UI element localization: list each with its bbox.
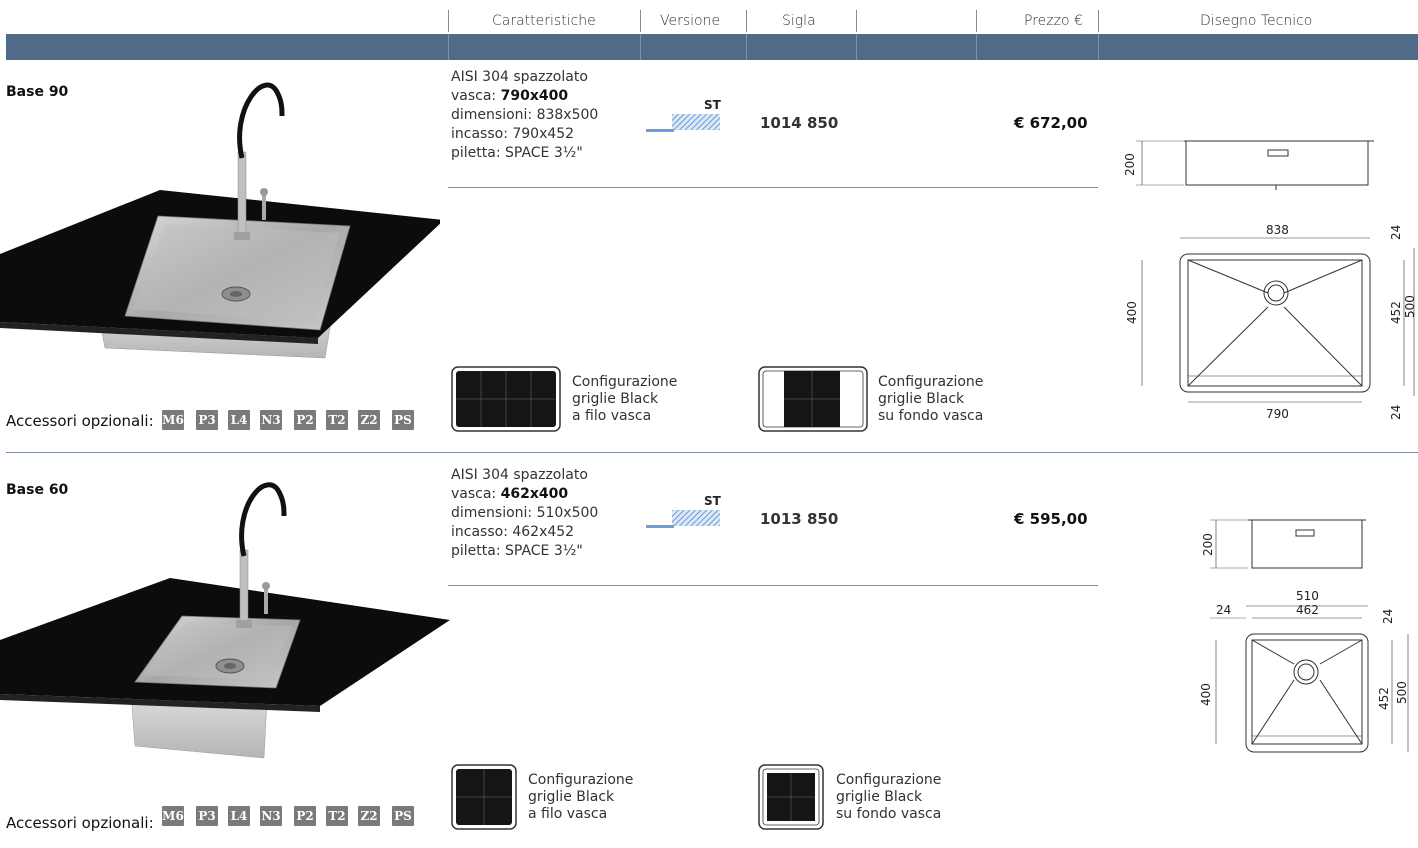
dim-width-total: 510 — [1296, 589, 1319, 603]
config-bottom-label: Configurazione griglie Black su fondo vasc… — [878, 374, 984, 424]
spec-dimensioni: dimensioni: 838x500 — [451, 107, 599, 123]
spec-vasca-value: 790x400 — [500, 88, 569, 104]
header-versione: Versione — [660, 13, 721, 29]
accessory-badge[interactable]: M6 — [162, 806, 184, 826]
spec-vasca: vasca: 462x400 — [451, 486, 569, 502]
accessories-label: Accessori opzionali: — [6, 412, 154, 430]
accessory-badge[interactable]: PS — [392, 410, 414, 430]
spec-incasso: incasso: 462x452 — [451, 524, 575, 540]
header-band — [6, 34, 1418, 60]
technical-drawing-base-60: 200 510 462 24 24 400 452 500 — [1199, 519, 1409, 753]
sink-base-60-image — [0, 482, 450, 759]
dim-width-bowl: 462 — [1296, 603, 1319, 617]
version-label: ST — [704, 98, 721, 112]
dim-depth-cut: 452 — [1389, 301, 1403, 324]
accessory-badge[interactable]: P2 — [294, 806, 316, 826]
dim-edge-top: 24 — [1389, 225, 1403, 240]
header-separator — [856, 10, 857, 32]
accessory-badge[interactable]: L4 — [228, 410, 250, 430]
dim-edge-top: 24 — [1381, 609, 1395, 624]
band-separator — [1098, 34, 1099, 60]
accessory-badge[interactable]: M6 — [162, 410, 184, 430]
row-divider — [448, 187, 1098, 188]
accessory-badge[interactable]: T2 — [326, 806, 348, 826]
section-divider — [6, 452, 1418, 453]
spec-piletta: piletta: SPACE 3½" — [451, 145, 583, 161]
header-prezzo: Prezzo € — [1024, 13, 1083, 29]
grill-bottom-icon — [758, 366, 868, 432]
config-flush-label: Configurazione griglie Black a filo vasca — [528, 772, 634, 822]
header-separator — [746, 10, 747, 32]
spec-material: AISI 304 spazzolato — [451, 467, 588, 483]
band-separator — [856, 34, 857, 60]
accessories-label: Accessori opzionali: — [6, 814, 154, 832]
grill-flush-icon — [451, 366, 561, 432]
accessory-badge[interactable]: T2 — [326, 410, 348, 430]
dim-depth-total: 500 — [1395, 681, 1409, 704]
technical-drawing-base-90: 200 838 790 400 452 500 24 24 — [1123, 140, 1417, 421]
accessory-badge[interactable]: Z2 — [358, 410, 380, 430]
grill-bottom-icon — [758, 764, 824, 830]
accessory-badge[interactable]: P3 — [196, 806, 218, 826]
band-separator — [448, 34, 449, 60]
dim-depth-total: 500 — [1403, 295, 1417, 318]
dim-edge-bottom: 24 — [1389, 405, 1403, 420]
version-label: ST — [704, 494, 721, 508]
dim-depth-cut: 452 — [1377, 687, 1391, 710]
spec-incasso: incasso: 790x452 — [451, 126, 575, 142]
spec-dimensioni: dimensioni: 510x500 — [451, 505, 599, 521]
spec-piletta: piletta: SPACE 3½" — [451, 543, 583, 559]
dim-depth-bowl: 400 — [1125, 301, 1139, 324]
dim-side-height: 200 — [1201, 533, 1215, 556]
accessory-badge[interactable]: N3 — [260, 806, 282, 826]
product-price: € 672,00 — [1014, 114, 1088, 132]
accessory-badge[interactable]: PS — [392, 806, 414, 826]
product-specs: AISI 304 spazzolato vasca: 462x400 dimen… — [451, 466, 598, 561]
product-code: 1013 850 — [760, 510, 839, 528]
config-flush-label: Configurazione griglie Black a filo vasca — [572, 374, 678, 424]
accessory-badge[interactable]: P3 — [196, 410, 218, 430]
header-separator — [640, 10, 641, 32]
header-caratteristiche: Caratteristiche — [492, 13, 596, 29]
header-separator — [1098, 10, 1099, 32]
dim-width-total: 838 — [1266, 223, 1289, 237]
grill-flush-icon — [451, 764, 517, 830]
config-bottom-label: Configurazione griglie Black su fondo vasc… — [836, 772, 942, 822]
row-divider — [448, 585, 1098, 586]
product-specs: AISI 304 spazzolato vasca: 790x400 dimen… — [451, 68, 598, 163]
dim-edge-left: 24 — [1216, 603, 1231, 617]
product-code: 1014 850 — [760, 114, 839, 132]
accessory-badge[interactable]: N3 — [260, 410, 282, 430]
dim-width-bowl: 790 — [1266, 407, 1289, 421]
accessory-badge[interactable]: L4 — [228, 806, 250, 826]
spec-vasca-value: 462x400 — [500, 486, 569, 502]
version-st-icon — [646, 114, 720, 132]
version-st-icon — [646, 510, 720, 528]
band-separator — [976, 34, 977, 60]
sink-base-90-image — [0, 82, 440, 359]
dim-depth-bowl: 400 — [1199, 683, 1213, 706]
spec-material: AISI 304 spazzolato — [451, 69, 588, 85]
product-price: € 595,00 — [1014, 510, 1088, 528]
spec-vasca: vasca: 790x400 — [451, 88, 569, 104]
accessory-badge[interactable]: Z2 — [358, 806, 380, 826]
header-sigla: Sigla — [782, 13, 816, 29]
header-disegno: Disegno Tecnico — [1200, 13, 1313, 29]
header-separator — [976, 10, 977, 32]
band-separator — [640, 34, 641, 60]
accessory-badge[interactable]: P2 — [294, 410, 316, 430]
band-separator — [746, 34, 747, 60]
dim-side-height: 200 — [1123, 153, 1137, 176]
header-separator — [448, 10, 449, 32]
